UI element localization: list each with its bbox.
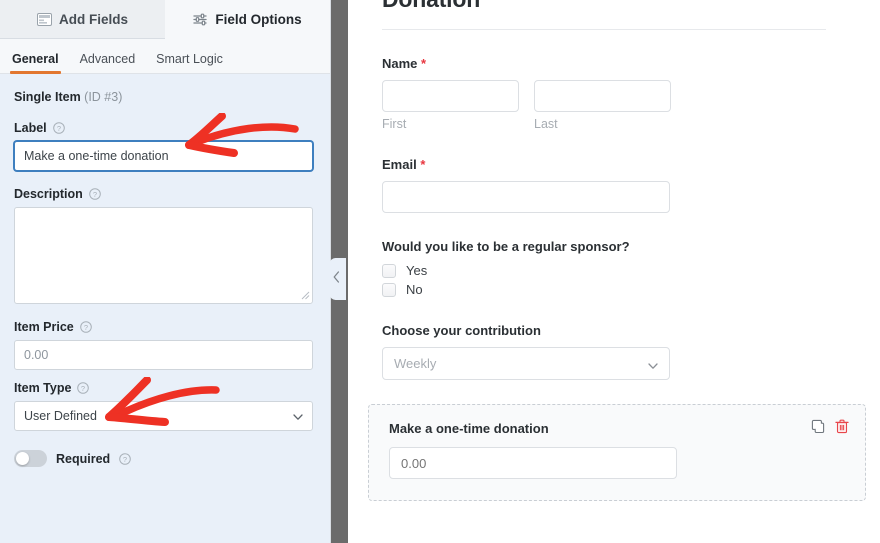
item-price-input[interactable] <box>14 340 313 370</box>
item-type-select-value: User Defined <box>24 409 97 423</box>
preview-name-inputs: First Last <box>382 80 880 131</box>
checkbox-icon[interactable] <box>382 263 396 278</box>
preview-last-name-input[interactable] <box>534 80 671 112</box>
sub-tab-general-label: General <box>12 52 59 66</box>
item-type-option-row: Item Type ? <box>14 381 313 395</box>
item-type-select[interactable]: User Defined <box>14 401 313 431</box>
form-builder-screen: Add Fields Field Options General Advance… <box>0 0 880 543</box>
item-price-option-row: Item Price ? <box>14 320 313 334</box>
preview-choice-no-label: No <box>406 282 423 297</box>
duplicate-field-button[interactable] <box>811 419 826 434</box>
tab-field-options-label: Field Options <box>215 11 302 27</box>
preview-first-name-input[interactable] <box>382 80 519 112</box>
preview-field-name-label: Name * <box>382 56 880 71</box>
svg-text:?: ? <box>84 323 88 332</box>
label-option-label: Label <box>14 121 47 135</box>
svg-text:?: ? <box>57 124 61 133</box>
field-heading-name: Single Item <box>14 90 81 104</box>
preview-field-contribution: Choose your contribution Weekly <box>382 323 880 380</box>
preview-field-sponsor-label: Would you like to be a regular sponsor? <box>382 239 630 254</box>
required-asterisk: * <box>421 56 427 71</box>
question-circle-icon[interactable]: ? <box>119 452 131 465</box>
required-toggle-knob <box>16 452 29 465</box>
field-heading: Single Item (ID #3) <box>14 90 313 104</box>
required-option-label: Required <box>56 451 111 466</box>
option-sub-tab-bar: General Advanced Smart Logic <box>0 39 330 74</box>
form-title: Donation <box>382 0 880 13</box>
delete-field-button[interactable] <box>835 419 849 434</box>
required-asterisk: * <box>420 157 426 172</box>
item-type-select-wrap: User Defined <box>14 401 313 431</box>
preview-email-input[interactable] <box>382 181 670 213</box>
preview-single-item-label: Make a one-time donation <box>389 421 549 436</box>
tab-add-fields-label: Add Fields <box>58 11 128 27</box>
description-option-row: Description ? <box>14 187 313 201</box>
tab-add-fields[interactable]: Add Fields <box>0 0 165 38</box>
required-toggle[interactable] <box>14 450 47 467</box>
form-preview: Donation Name * First Last <box>348 0 880 543</box>
preview-field-email: Email * <box>382 157 880 213</box>
field-heading-id: (ID #3) <box>84 90 123 104</box>
question-circle-icon[interactable]: ? <box>77 382 90 394</box>
preview-field-email-label: Email * <box>382 157 880 172</box>
label-input[interactable] <box>14 141 313 171</box>
sub-tab-advanced[interactable]: Advanced <box>80 52 136 73</box>
collapse-panel-button[interactable] <box>325 258 346 300</box>
preview-choice-no[interactable]: No <box>382 282 880 297</box>
title-divider <box>382 29 826 30</box>
preview-last-name-sublabel: Last <box>534 117 558 131</box>
description-textarea-wrap <box>14 207 313 309</box>
fields-grid-icon <box>36 12 52 26</box>
tab-field-options[interactable]: Field Options <box>165 0 330 39</box>
sliders-icon <box>193 13 208 26</box>
chevron-left-icon <box>331 270 341 289</box>
sub-tab-smart-logic-label: Smart Logic <box>156 52 223 66</box>
svg-text:?: ? <box>93 190 97 199</box>
preview-field-name-text: Name <box>382 56 418 71</box>
preview-single-item-input[interactable] <box>389 447 677 479</box>
preview-field-sponsor: Would you like to be a regular sponsor? … <box>382 239 880 297</box>
preview-field-name: Name * First Last <box>382 56 880 131</box>
panel-tab-bar: Add Fields Field Options <box>0 0 330 39</box>
checkbox-icon[interactable] <box>382 282 396 297</box>
required-option-row: Required ? <box>14 450 313 467</box>
label-option-row: Label ? <box>14 121 313 135</box>
description-option-label: Description <box>14 187 83 201</box>
sub-tab-smart-logic[interactable]: Smart Logic <box>156 52 223 73</box>
question-circle-icon[interactable]: ? <box>79 321 92 333</box>
preview-last-name-col: Last <box>534 80 671 131</box>
question-circle-icon[interactable]: ? <box>52 122 65 134</box>
preview-contribution-select[interactable]: Weekly <box>382 347 670 380</box>
preview-first-name-sublabel: First <box>382 117 407 131</box>
svg-text:?: ? <box>123 454 127 463</box>
preview-field-email-text: Email <box>382 157 417 172</box>
field-options-panel: Add Fields Field Options General Advance… <box>0 0 331 543</box>
preview-field-contribution-label: Choose your contribution <box>382 323 541 338</box>
description-textarea[interactable] <box>14 207 313 304</box>
item-type-option-label: Item Type <box>14 381 72 395</box>
preview-first-name-col: First <box>382 80 519 131</box>
item-price-option-label: Item Price <box>14 320 74 334</box>
sub-tab-general[interactable]: General <box>10 52 61 74</box>
preview-contribution-select-wrap: Weekly <box>382 347 670 380</box>
preview-field-single-item-active[interactable]: Make a one-time donation <box>368 404 866 501</box>
field-action-buttons <box>811 419 849 434</box>
preview-contribution-selected-value: Weekly <box>394 356 437 371</box>
preview-choice-yes-label: Yes <box>406 263 428 278</box>
question-circle-icon[interactable]: ? <box>88 188 101 200</box>
sub-tab-advanced-label: Advanced <box>79 52 136 66</box>
preview-choice-yes[interactable]: Yes <box>382 263 880 278</box>
field-options-form: Single Item (ID #3) Label ? Description <box>0 74 330 543</box>
svg-text:?: ? <box>81 384 85 393</box>
